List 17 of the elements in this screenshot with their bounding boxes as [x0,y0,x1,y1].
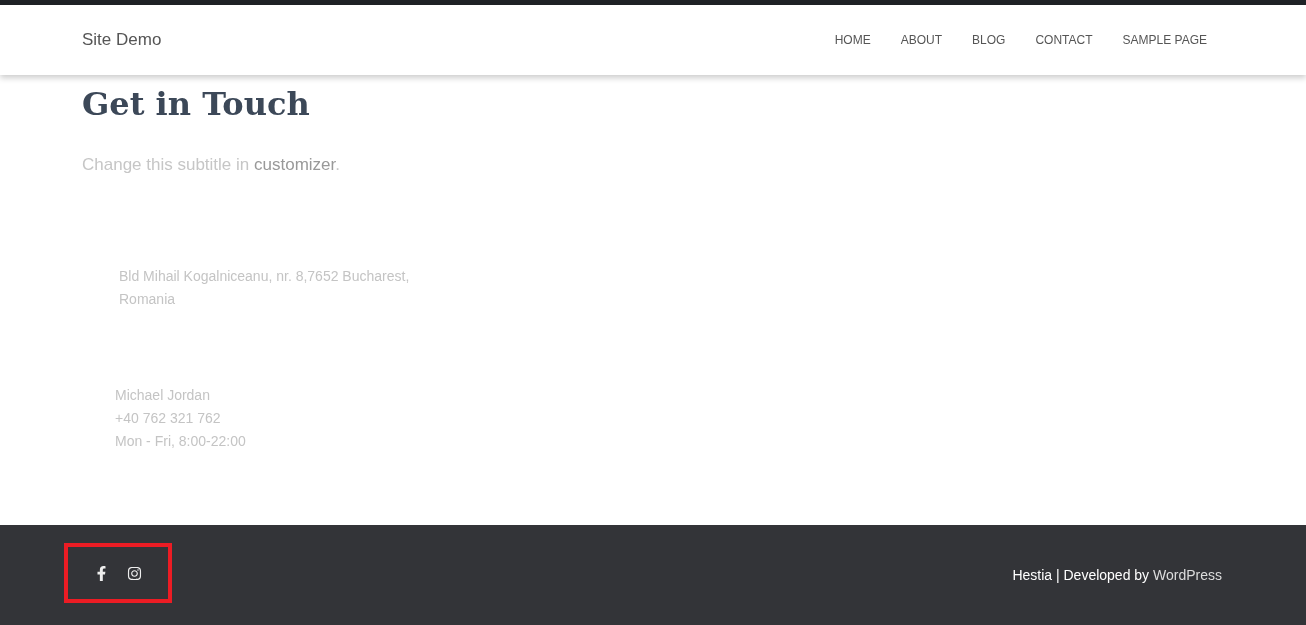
footer-credit: Hestia | Developed by WordPress [1012,567,1222,583]
address-line: Romania [119,290,177,309]
contact-line: Michael Jordan [115,386,211,405]
facebook-icon[interactable] [94,565,109,581]
nav-link[interactable]: CONTACT [1020,33,1108,47]
site-brand[interactable]: Site Demo [82,30,162,50]
nav-link[interactable]: BLOG [957,33,1021,47]
contact-line: +40 762 321 762 [115,409,222,428]
nav-link[interactable]: ABOUT [885,33,958,47]
nav-link[interactable]: HOME [819,33,886,47]
nav-link[interactable]: SAMPLE PAGE [1107,33,1222,47]
wordpress-link[interactable]: WordPress [1153,567,1222,583]
contact-line: Mon - Fri, 8:00-22:00 [115,432,247,451]
page-subtitle: Change this subtitle in customizer. [82,155,341,175]
address-line: Bld Mihail Kogalniceanu, nr. 8,7652 Bucharest, [119,267,411,286]
page-title: Get in Touch [82,85,311,123]
instagram-icon[interactable] [127,565,142,581]
